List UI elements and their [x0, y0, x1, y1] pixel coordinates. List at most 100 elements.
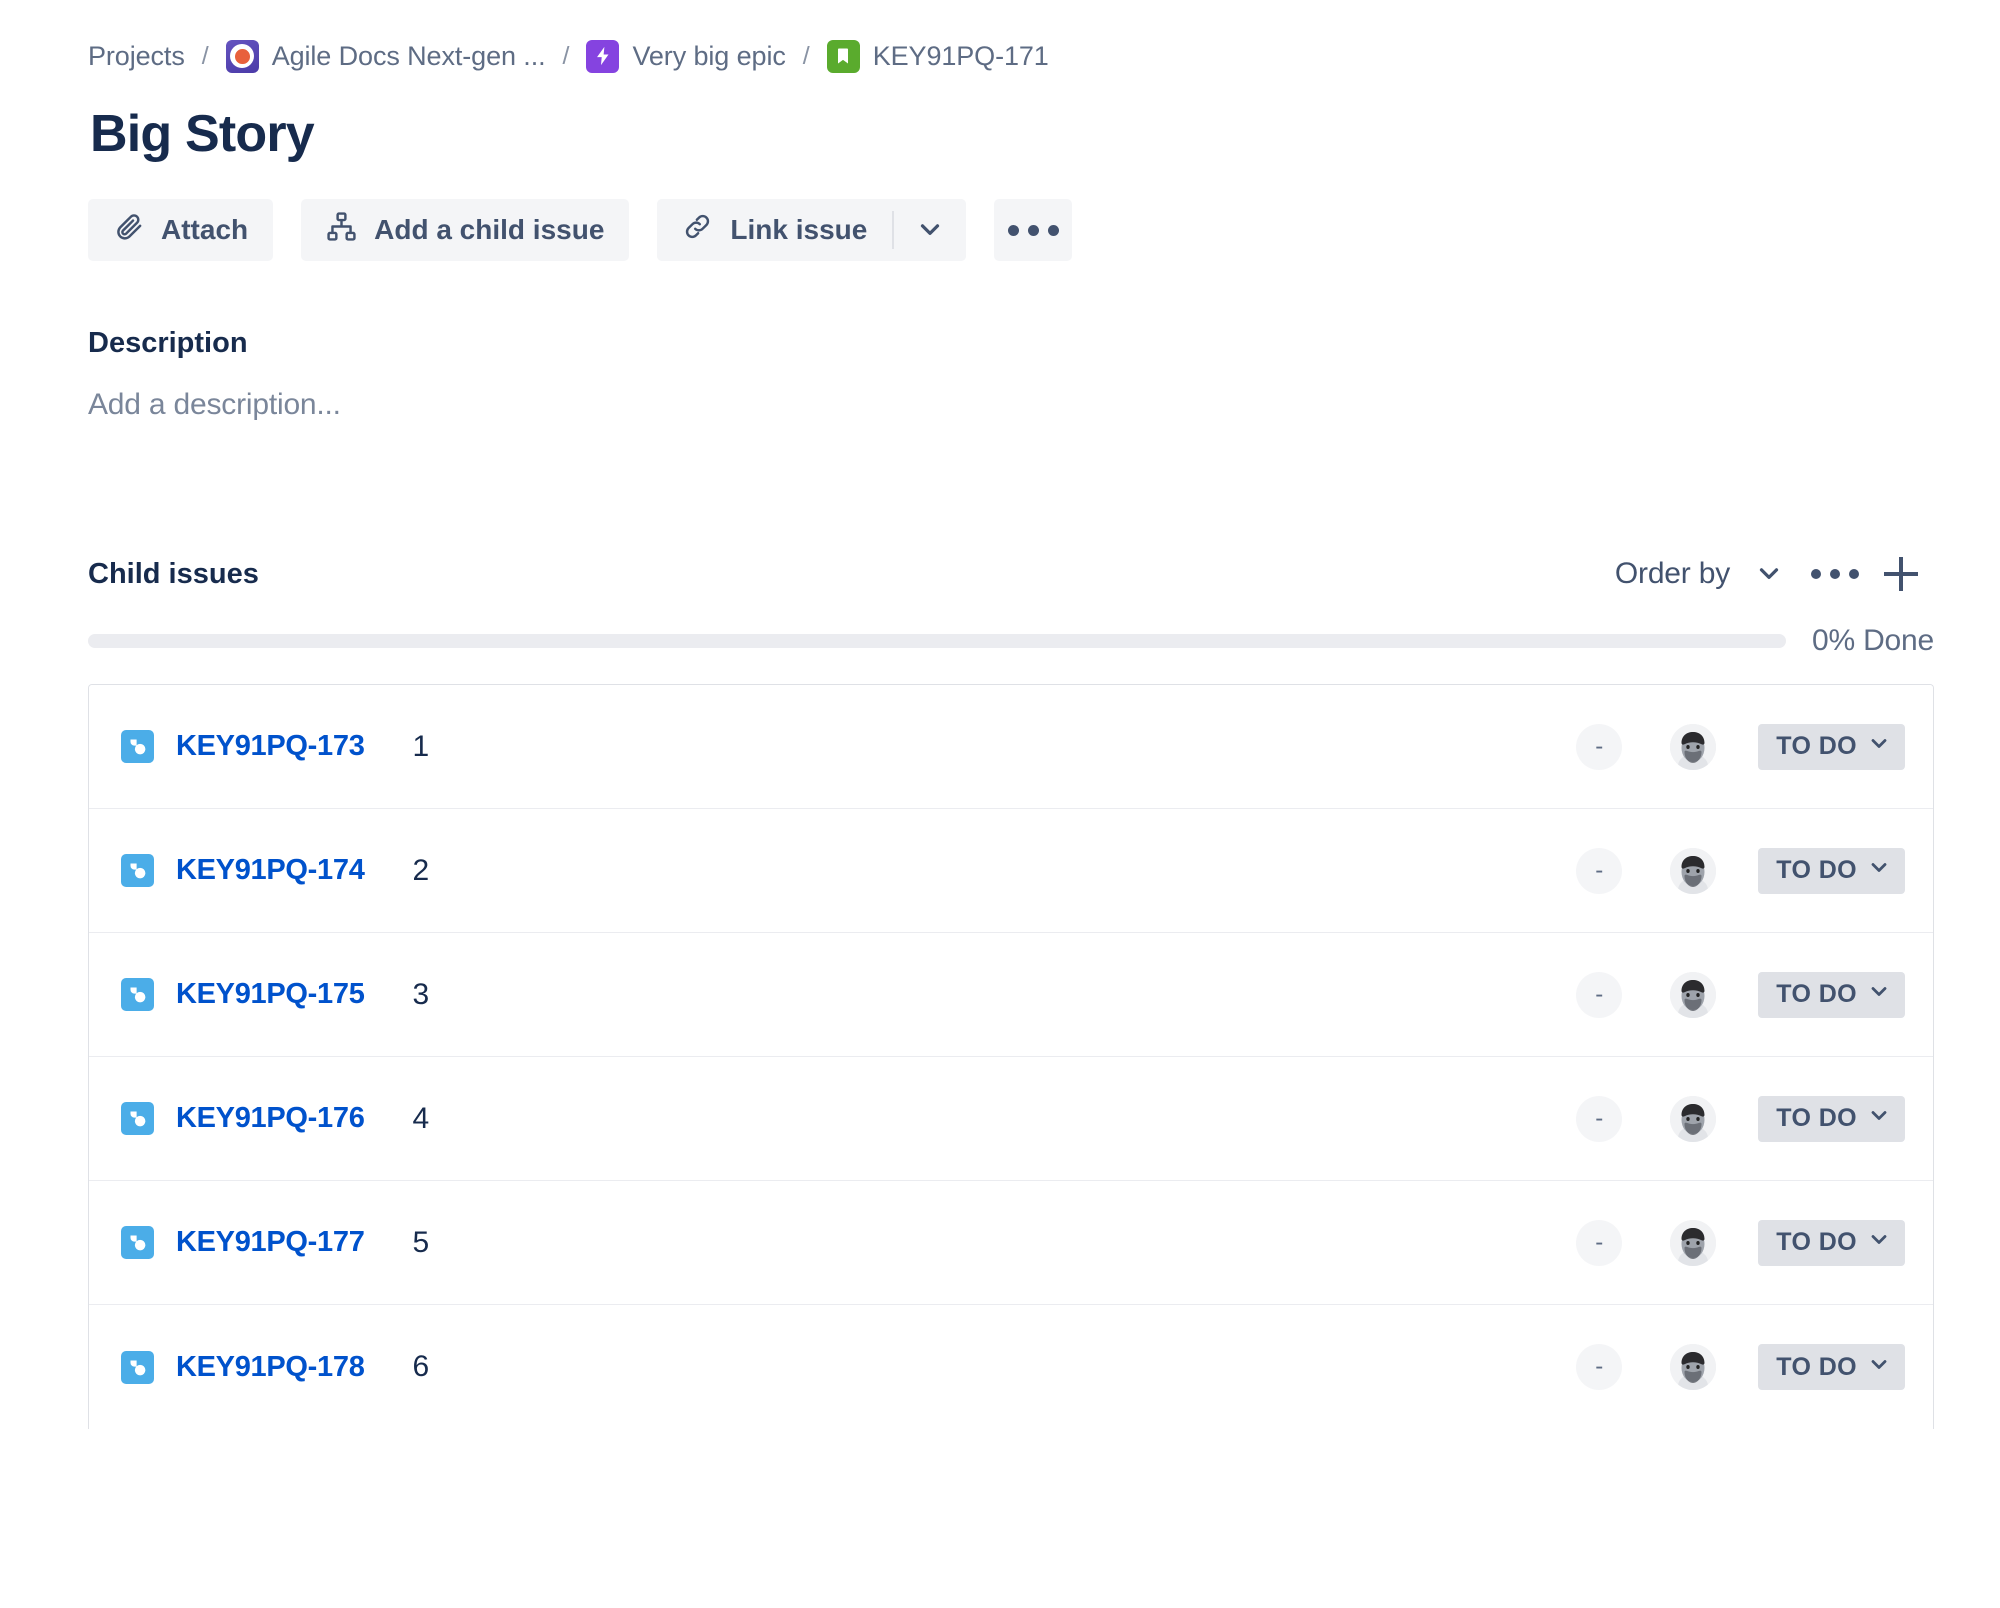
table-row[interactable]: KEY91PQ-175 3 - TO DO: [89, 933, 1933, 1058]
progress-bar: [88, 634, 1786, 649]
avatar[interactable]: [1670, 1095, 1717, 1142]
description-placeholder[interactable]: Add a description...: [88, 388, 2000, 422]
order-by-button[interactable]: Order by: [1609, 557, 1736, 591]
breadcrumb-separator: /: [201, 41, 209, 70]
child-issues-title: Child issues: [88, 557, 259, 590]
link-issue-button-group: Link issue: [657, 199, 967, 262]
breadcrumb-issue[interactable]: KEY91PQ-171: [826, 39, 1049, 73]
child-issues-header: Child issues Order by: [88, 550, 1934, 598]
attach-button[interactable]: Attach: [88, 199, 274, 262]
link-issue-button[interactable]: Link issue: [657, 199, 893, 262]
child-issue-key-link[interactable]: KEY91PQ-176: [176, 1102, 365, 1135]
chevron-down-icon: [1867, 731, 1891, 762]
status-badge-label: TO DO: [1776, 980, 1857, 1009]
child-issues-list: KEY91PQ-173 1 - TO DO KEY91PQ-174 2 - TO…: [88, 684, 1934, 1430]
table-row[interactable]: KEY91PQ-178 6 - TO DO: [89, 1305, 1933, 1430]
paperclip-icon: [113, 211, 144, 249]
avatar[interactable]: [1670, 723, 1717, 770]
child-issue-summary: 1: [412, 729, 430, 763]
status-badge[interactable]: TO DO: [1758, 1344, 1905, 1391]
status-badge[interactable]: TO DO: [1758, 971, 1905, 1018]
chevron-down-icon: [915, 214, 945, 247]
attach-button-label: Attach: [161, 214, 249, 246]
child-issue-key-link[interactable]: KEY91PQ-174: [176, 854, 365, 887]
child-issues-controls: Order by: [1609, 546, 1934, 602]
breadcrumb-epic-link[interactable]: Very big epic: [632, 41, 785, 72]
child-issue-key-link[interactable]: KEY91PQ-175: [176, 978, 365, 1011]
order-by-dropdown-button[interactable]: [1736, 546, 1802, 602]
chevron-down-icon: [1867, 1352, 1891, 1383]
breadcrumb-issue-link[interactable]: KEY91PQ-171: [873, 41, 1049, 72]
estimate-badge[interactable]: -: [1576, 847, 1623, 894]
status-badge-label: TO DO: [1776, 1228, 1857, 1257]
chevron-down-icon: [1867, 1227, 1891, 1258]
child-issues-more-button[interactable]: [1802, 546, 1868, 602]
more-actions-button[interactable]: [994, 199, 1073, 262]
child-issue-summary: 4: [412, 1101, 430, 1135]
plus-icon: [1884, 557, 1918, 592]
child-issue-summary: 5: [412, 1225, 430, 1259]
add-child-issue-inline-button[interactable]: [1868, 546, 1934, 602]
estimate-badge[interactable]: -: [1576, 723, 1623, 770]
status-badge[interactable]: TO DO: [1758, 1095, 1905, 1142]
avatar[interactable]: [1670, 1219, 1717, 1266]
subtask-icon: [121, 730, 154, 764]
breadcrumb: Projects / Agile Docs Next-gen ... / Ver…: [88, 0, 2000, 86]
estimate-badge[interactable]: -: [1576, 1219, 1623, 1266]
subtask-icon: [121, 854, 154, 888]
ellipsis-icon: [1007, 224, 1059, 236]
story-bookmark-icon: [826, 39, 860, 73]
estimate-badge[interactable]: -: [1576, 971, 1623, 1018]
breadcrumb-separator: /: [802, 41, 810, 70]
status-badge[interactable]: TO DO: [1758, 847, 1905, 894]
child-issue-summary: 6: [412, 1350, 430, 1384]
issue-detail-page: Projects / Agile Docs Next-gen ... / Ver…: [0, 0, 2000, 1608]
link-issue-label: Link issue: [730, 214, 868, 246]
description-label: Description: [88, 327, 248, 360]
status-badge[interactable]: TO DO: [1758, 723, 1905, 770]
child-issue-key-link[interactable]: KEY91PQ-177: [176, 1226, 365, 1259]
status-badge-label: TO DO: [1776, 1352, 1857, 1381]
child-issue-key-link[interactable]: KEY91PQ-178: [176, 1351, 365, 1384]
avatar[interactable]: [1670, 847, 1717, 894]
status-badge-label: TO DO: [1776, 856, 1857, 885]
table-row[interactable]: KEY91PQ-176 4 - TO DO: [89, 1057, 1933, 1182]
subtask-icon: [121, 1226, 154, 1260]
add-child-issue-label: Add a child issue: [374, 214, 605, 246]
status-badge[interactable]: TO DO: [1758, 1219, 1905, 1266]
subtask-icon: [121, 1102, 154, 1136]
add-child-issue-button[interactable]: Add a child issue: [301, 199, 630, 262]
link-icon: [682, 211, 713, 249]
page-title: Big Story: [90, 105, 315, 163]
child-issue-summary: 3: [412, 977, 430, 1011]
table-row[interactable]: KEY91PQ-174 2 - TO DO: [89, 809, 1933, 934]
breadcrumb-project[interactable]: Agile Docs Next-gen ...: [225, 39, 546, 73]
breadcrumb-epic[interactable]: Very big epic: [586, 39, 786, 73]
avatar[interactable]: [1670, 1344, 1717, 1391]
subtask-icon: [121, 978, 154, 1012]
hierarchy-icon: [326, 211, 357, 249]
chevron-down-icon: [1867, 1103, 1891, 1134]
status-badge-label: TO DO: [1776, 732, 1857, 761]
status-badge-label: TO DO: [1776, 1104, 1857, 1133]
table-row[interactable]: KEY91PQ-177 5 - TO DO: [89, 1181, 1933, 1306]
child-issues-section: Child issues Order by 0% Done KEY91PQ-17…: [88, 550, 2000, 1430]
project-avatar-icon: [225, 39, 259, 73]
breadcrumb-projects-link[interactable]: Projects: [88, 41, 185, 72]
estimate-badge[interactable]: -: [1576, 1095, 1623, 1142]
breadcrumb-separator: /: [562, 41, 570, 70]
breadcrumb-project-link[interactable]: Agile Docs Next-gen ...: [272, 41, 546, 72]
chevron-down-icon: [1867, 855, 1891, 886]
child-issues-progress: 0% Done: [88, 624, 1934, 658]
child-issue-key-link[interactable]: KEY91PQ-173: [176, 730, 365, 763]
child-issue-summary: 2: [412, 853, 430, 887]
estimate-badge[interactable]: -: [1576, 1344, 1623, 1391]
ellipsis-icon: [1811, 569, 1859, 580]
table-row[interactable]: KEY91PQ-173 1 - TO DO: [89, 685, 1933, 810]
progress-label: 0% Done: [1811, 624, 1934, 658]
avatar[interactable]: [1670, 971, 1717, 1018]
link-issue-dropdown-button[interactable]: [894, 199, 967, 262]
subtask-icon: [121, 1350, 154, 1384]
chevron-down-icon: [1867, 979, 1891, 1010]
issue-action-toolbar: Attach Add a child issue Link issue: [88, 199, 2000, 262]
